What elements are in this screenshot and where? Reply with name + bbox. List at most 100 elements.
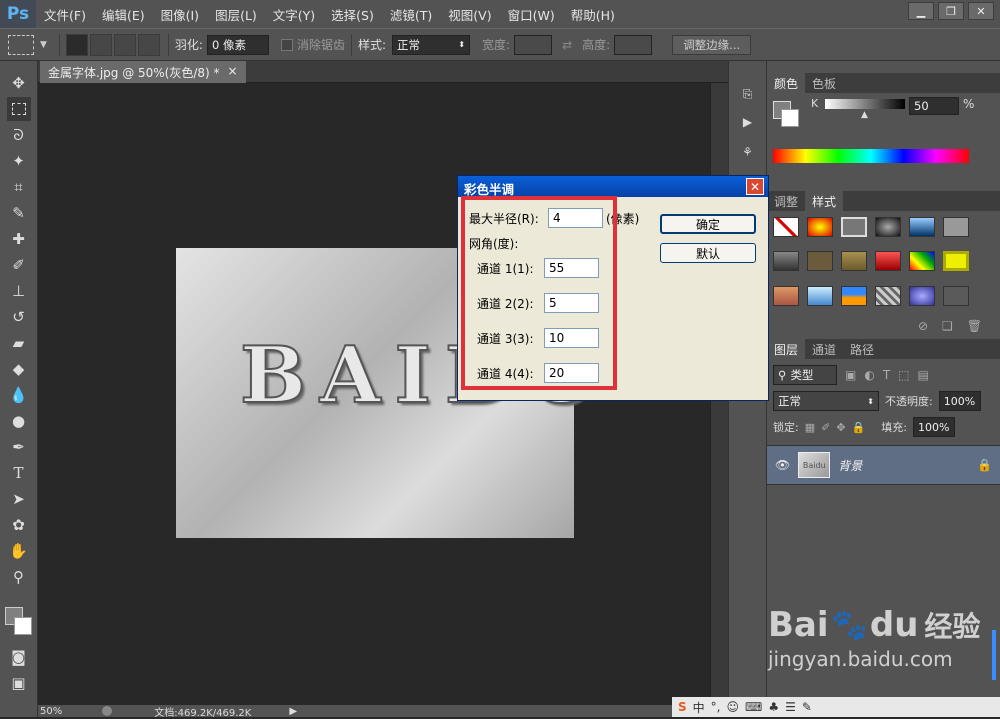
- ime-tool-icon[interactable]: ✎: [802, 700, 812, 714]
- filter-smart-icon[interactable]: ▤: [918, 368, 929, 382]
- pen-tool-icon[interactable]: ✒: [7, 435, 31, 459]
- intersect-selection-button[interactable]: [137, 33, 160, 56]
- screen-mode-icon[interactable]: ▣: [7, 671, 31, 695]
- style-outline[interactable]: [841, 217, 867, 237]
- dialog-titlebar[interactable]: 彩色半调 ✕: [458, 176, 768, 197]
- zoom-level[interactable]: 50%: [40, 706, 62, 717]
- status-menu-arrow-icon[interactable]: ▶: [289, 706, 297, 717]
- brush-tool-icon[interactable]: ✐: [7, 253, 31, 277]
- menu-edit[interactable]: 编辑(E): [94, 5, 153, 24]
- layer-row-background[interactable]: 👁 Baidu 背景 🔒: [767, 445, 1000, 485]
- ime-punct-icon[interactable]: °,: [711, 700, 721, 714]
- lock-pixels-icon[interactable]: ▦: [805, 421, 815, 434]
- style-sky[interactable]: [807, 285, 833, 306]
- filter-pixel-icon[interactable]: ▣: [845, 368, 856, 382]
- tab-adjustments[interactable]: 调整: [767, 191, 805, 211]
- lock-all-icon[interactable]: 🔒: [852, 421, 866, 434]
- ime-mode[interactable]: 中: [693, 699, 705, 716]
- tab-paths[interactable]: 路径: [843, 339, 881, 359]
- menu-layer[interactable]: 图层(L): [207, 5, 265, 24]
- style-select[interactable]: 正常 ⬍: [392, 34, 471, 55]
- style-black[interactable]: [875, 217, 901, 237]
- delete-style-icon[interactable]: 🗑: [967, 319, 982, 339]
- healing-brush-icon[interactable]: ✚: [7, 227, 31, 251]
- color-spectrum[interactable]: [773, 149, 969, 163]
- ime-skin-icon[interactable]: ♣: [768, 700, 779, 714]
- document-tab[interactable]: 金属字体.jpg @ 50%(灰色/8) * ×: [40, 61, 246, 83]
- restore-button[interactable]: ❐: [938, 2, 964, 20]
- tab-swatches[interactable]: 色板: [805, 73, 843, 93]
- style-brass[interactable]: [841, 251, 867, 272]
- tab-styles[interactable]: 样式: [805, 191, 844, 211]
- history-panel-icon[interactable]: ⎘: [738, 87, 758, 107]
- menu-file[interactable]: 文件(F): [36, 5, 94, 24]
- quick-mask-icon[interactable]: ◙: [7, 645, 31, 669]
- opacity-input[interactable]: 100%: [938, 391, 981, 411]
- dialog-close-button[interactable]: ✕: [746, 178, 764, 195]
- history-brush-icon[interactable]: ↺: [7, 305, 31, 329]
- k-value-input[interactable]: 50: [909, 97, 959, 115]
- ime-emoji-icon[interactable]: ☺: [727, 700, 740, 714]
- chevron-down-icon[interactable]: ▼: [40, 40, 47, 50]
- window-close-button[interactable]: ✕: [968, 2, 994, 20]
- color-bg-swatch[interactable]: [781, 109, 799, 127]
- paint-bucket-icon[interactable]: ◆: [7, 357, 31, 381]
- menu-filter[interactable]: 滤镜(T): [382, 5, 440, 24]
- zoom-tool-icon[interactable]: ⚲: [7, 565, 31, 589]
- fill-input[interactable]: 100%: [912, 417, 955, 437]
- style-texture[interactable]: [875, 285, 901, 306]
- layer-kind-filter[interactable]: ⚲ 类型: [773, 365, 837, 385]
- tab-color[interactable]: 颜色: [767, 73, 806, 93]
- new-selection-button[interactable]: [65, 33, 88, 56]
- eraser-icon[interactable]: ▰: [7, 331, 31, 355]
- blend-mode-select[interactable]: 正常 ⬍: [773, 391, 879, 411]
- style-slate[interactable]: [943, 285, 969, 306]
- sogou-icon[interactable]: S: [678, 700, 687, 714]
- subtract-selection-button[interactable]: [113, 33, 136, 56]
- style-blue[interactable]: [909, 217, 935, 237]
- ime-keyboard-icon[interactable]: ⌨: [745, 700, 762, 714]
- width-input[interactable]: [514, 34, 553, 55]
- menu-image[interactable]: 图像(I): [153, 5, 207, 24]
- style-none[interactable]: [773, 217, 799, 237]
- menu-type[interactable]: 文字(Y): [265, 5, 323, 24]
- visibility-eye-icon[interactable]: 👁: [775, 458, 790, 472]
- menu-select[interactable]: 选择(S): [323, 5, 382, 24]
- move-tool-icon[interactable]: ✥: [7, 71, 31, 95]
- actions-play-icon[interactable]: ▶: [738, 115, 758, 135]
- tab-layers[interactable]: 图层: [767, 339, 806, 359]
- antialias-checkbox[interactable]: [280, 38, 293, 51]
- layer-name[interactable]: 背景: [838, 457, 862, 474]
- swap-icon[interactable]: ⇄: [562, 38, 572, 52]
- feather-input[interactable]: 0 像素: [206, 34, 269, 55]
- k-slider-thumb[interactable]: ▲: [861, 110, 868, 120]
- clear-style-icon[interactable]: ⊘: [918, 319, 928, 339]
- ime-menu-icon[interactable]: ☰: [785, 700, 796, 714]
- type-tool-icon[interactable]: T: [7, 461, 31, 485]
- height-input[interactable]: [614, 34, 653, 55]
- style-sunset[interactable]: [841, 285, 867, 306]
- dodge-tool-icon[interactable]: ●: [7, 409, 31, 433]
- marquee-tool-icon[interactable]: [6, 97, 31, 121]
- magic-wand-icon[interactable]: ✦: [7, 149, 31, 173]
- blur-tool-icon[interactable]: 💧: [7, 383, 31, 407]
- style-dark[interactable]: [773, 251, 799, 272]
- color-swatches[interactable]: [0, 595, 37, 643]
- new-style-icon[interactable]: ❏: [942, 319, 953, 339]
- hand-tool-icon[interactable]: ✋: [7, 539, 31, 563]
- filter-shape-icon[interactable]: ⬚: [898, 368, 909, 382]
- status-info-icon[interactable]: [102, 706, 113, 716]
- style-multicolor[interactable]: [909, 251, 935, 272]
- lock-brush-icon[interactable]: ✐: [821, 421, 830, 434]
- zoom-slider[interactable]: [992, 630, 996, 680]
- tab-channels[interactable]: 通道: [805, 339, 843, 359]
- default-button[interactable]: 默认: [660, 243, 756, 263]
- eyedropper-icon[interactable]: ✎: [7, 201, 31, 225]
- lock-move-icon[interactable]: ✥: [836, 421, 845, 434]
- clone-stamp-icon[interactable]: ⊥: [7, 279, 31, 303]
- custom-shape-icon[interactable]: ✿: [7, 513, 31, 537]
- refine-edge-button[interactable]: 调整边缘...: [672, 34, 752, 55]
- menu-help[interactable]: 帮助(H): [563, 5, 623, 24]
- style-orange[interactable]: [773, 285, 799, 306]
- ok-button[interactable]: 确定: [660, 214, 756, 234]
